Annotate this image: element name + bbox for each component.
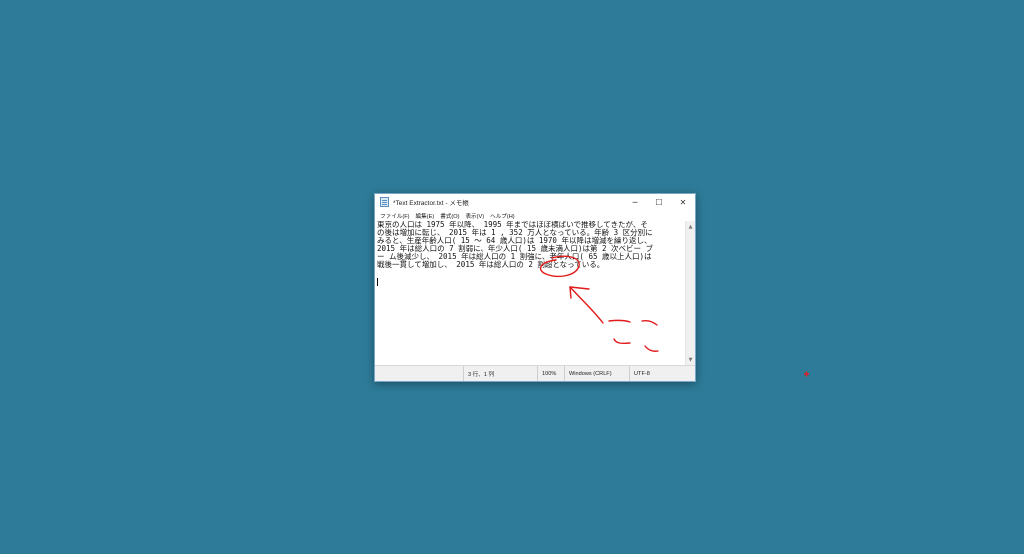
scroll-down-icon[interactable]: ▼ [686, 355, 695, 364]
title-bar[interactable]: *Text Extractor.txt - メモ帳 ─ ☐ ✕ [375, 194, 695, 210]
menu-view[interactable]: 表示(V) [462, 212, 487, 220]
maximize-button[interactable]: ☐ [647, 194, 671, 210]
window-controls: ─ ☐ ✕ [623, 194, 695, 210]
text-editor[interactable]: 東京の人口は 1975 年以降、 1995 年まではほぼ横ばいで推移してきたが、… [375, 221, 685, 365]
text-caret [377, 278, 378, 286]
vertical-scrollbar[interactable]: ▲ ▼ [685, 221, 695, 365]
menu-file[interactable]: ファイル(F) [377, 212, 413, 220]
window-title: *Text Extractor.txt - メモ帳 [393, 200, 469, 207]
status-line-ending: Windows (CRLF) [564, 366, 629, 381]
scroll-up-icon[interactable]: ▲ [686, 222, 695, 231]
status-bar: 3 行、1 列 100% Windows (CRLF) UTF-8 [375, 365, 695, 381]
status-encoding: UTF-8 [629, 366, 695, 381]
menu-format[interactable]: 書式(O) [437, 212, 462, 220]
close-button[interactable]: ✕ [671, 194, 695, 210]
minimize-button[interactable]: ─ [623, 194, 647, 210]
notepad-icon [380, 197, 389, 207]
menu-bar: ファイル(F) 編集(E) 書式(O) 表示(V) ヘルプ(H) [375, 211, 697, 221]
status-cursor-position: 3 行、1 列 [463, 366, 537, 381]
status-zoom: 100% [537, 366, 564, 381]
menu-help[interactable]: ヘルプ(H) [487, 212, 518, 220]
text-line: 戦後一貫して増加し、 2015 年は総人口の 2 割超となっている。 [377, 259, 605, 269]
red-cursor-mark [804, 371, 809, 377]
notepad-window: *Text Extractor.txt - メモ帳 ─ ☐ ✕ ファイル(F) … [374, 193, 696, 382]
menu-edit[interactable]: 編集(E) [413, 212, 438, 220]
editor-text: 東京の人口は 1975 年以降、 1995 年まではほぼ横ばいで推移してきたが、… [377, 221, 653, 268]
